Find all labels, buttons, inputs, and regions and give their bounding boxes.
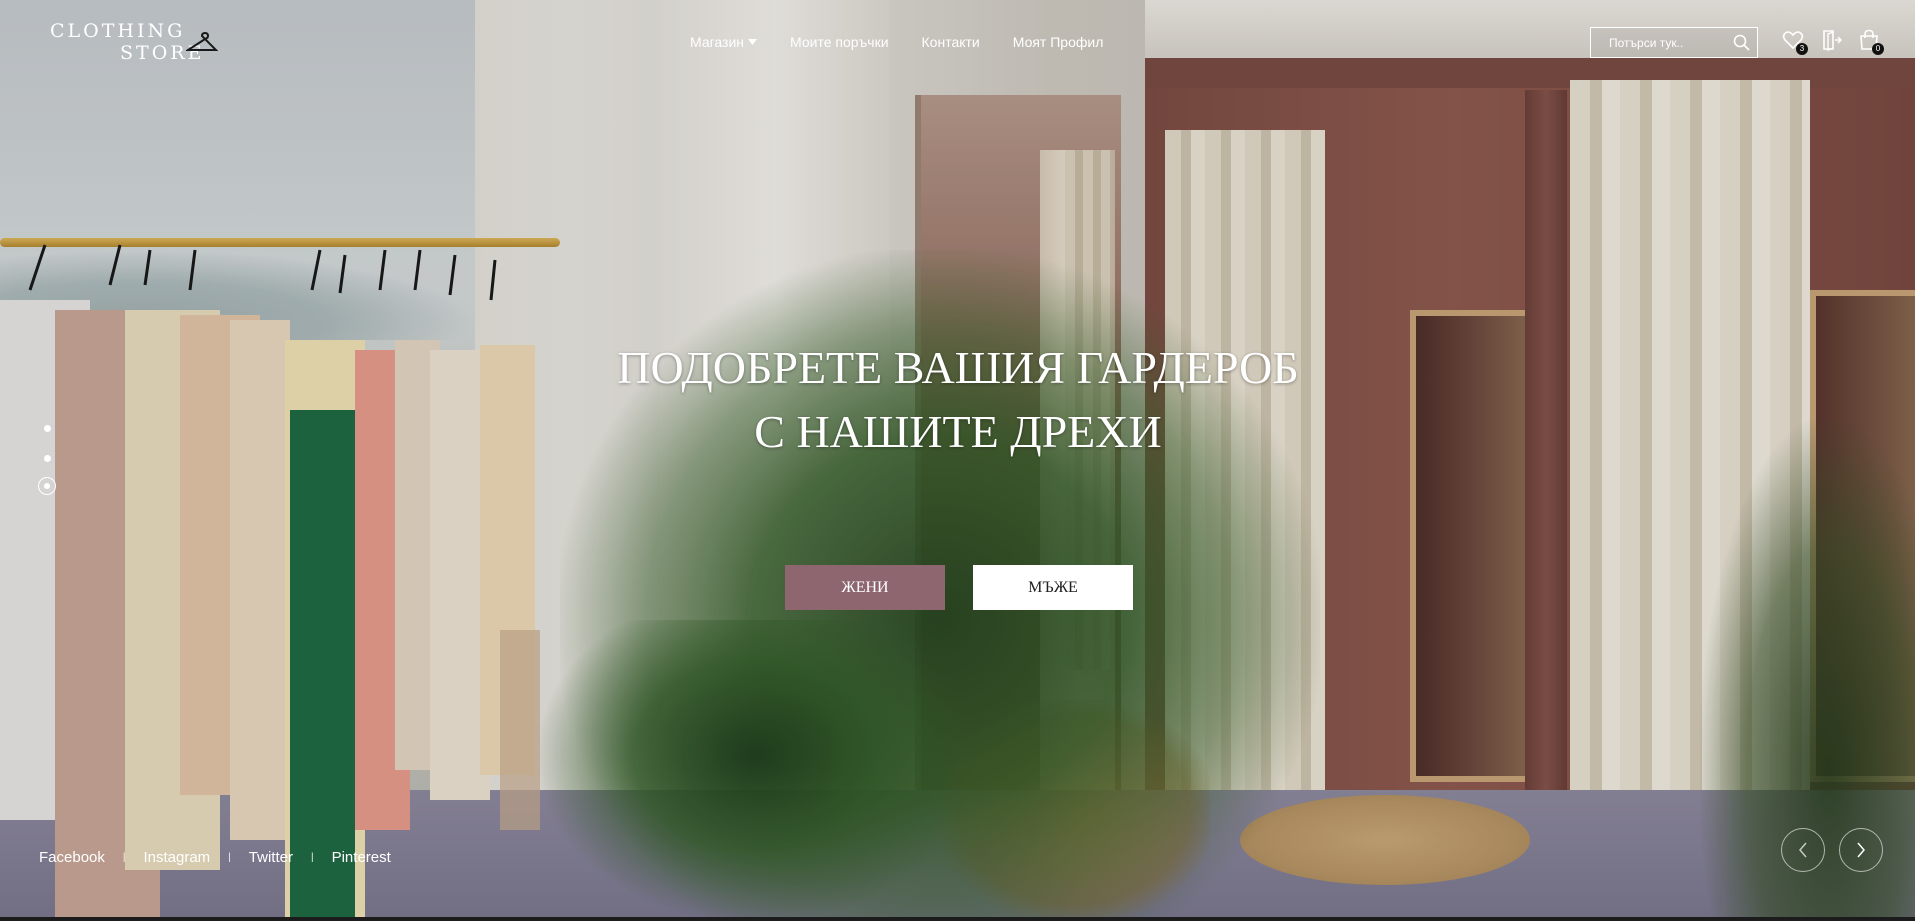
separator: | bbox=[310, 852, 314, 863]
social-twitter[interactable]: Twitter bbox=[249, 849, 293, 866]
social-links: Facebook | Instagram | Twitter | Pintere… bbox=[39, 849, 391, 866]
hanger-icon bbox=[186, 32, 218, 51]
nav-shop-label: Магазин bbox=[690, 34, 745, 50]
nav-contacts[interactable]: Контакти bbox=[922, 34, 980, 50]
hero-headline: ПОДОБРЕТЕ ВАШИЯ ГАРДЕРОБ С НАШИТЕ ДРЕХИ bbox=[560, 336, 1356, 464]
slider-next-button[interactable] bbox=[1839, 828, 1883, 872]
separator: | bbox=[228, 852, 231, 863]
slider-prev-button[interactable] bbox=[1781, 828, 1825, 872]
cart-count-badge: 0 bbox=[1872, 43, 1884, 55]
hero-headline-line1: ПОДОБРЕТЕ ВАШИЯ ГАРДЕРОБ bbox=[617, 342, 1299, 393]
search-box bbox=[1590, 27, 1758, 58]
door-exit-icon bbox=[1823, 30, 1842, 52]
site-header: CLOTHING STORE Магазин Моите поръчки Кон… bbox=[0, 0, 1915, 90]
social-pinterest[interactable]: Pinterest bbox=[332, 849, 391, 866]
main-navigation: Магазин Моите поръчки Контакти Моят Проф… bbox=[690, 34, 1103, 50]
search-icon[interactable] bbox=[1733, 34, 1750, 51]
chevron-right-icon bbox=[1857, 842, 1865, 858]
bottom-bar bbox=[0, 917, 1915, 921]
slider-dot-2[interactable] bbox=[44, 455, 51, 462]
nav-my-profile[interactable]: Моят Профил bbox=[1013, 34, 1104, 50]
slider-dot-3-active[interactable] bbox=[38, 477, 56, 495]
separator: | bbox=[122, 852, 126, 863]
social-instagram[interactable]: Instagram bbox=[143, 849, 210, 866]
social-facebook[interactable]: Facebook bbox=[39, 849, 105, 866]
men-button[interactable]: МЪЖЕ bbox=[973, 565, 1133, 610]
store-logo[interactable]: CLOTHING STORE bbox=[50, 18, 220, 68]
logout-button[interactable] bbox=[1820, 29, 1842, 52]
logo-line1: CLOTHING bbox=[50, 20, 186, 42]
cart-button[interactable]: 0 bbox=[1858, 29, 1884, 55]
hero-headline-line2: С НАШИТЕ ДРЕХИ bbox=[754, 406, 1162, 457]
search-input[interactable] bbox=[1591, 28, 1731, 57]
wishlist-count-badge: 3 bbox=[1796, 43, 1808, 55]
header-icons: 3 0 bbox=[1782, 29, 1884, 55]
wishlist-button[interactable]: 3 bbox=[1782, 29, 1808, 55]
chevron-left-icon bbox=[1799, 842, 1807, 858]
nav-shop[interactable]: Магазин bbox=[690, 34, 758, 50]
slider-dot-1[interactable] bbox=[44, 425, 51, 432]
caret-down-icon bbox=[748, 39, 758, 45]
women-button[interactable]: ЖЕНИ bbox=[785, 565, 945, 610]
nav-my-orders[interactable]: Моите поръчки bbox=[790, 34, 889, 50]
